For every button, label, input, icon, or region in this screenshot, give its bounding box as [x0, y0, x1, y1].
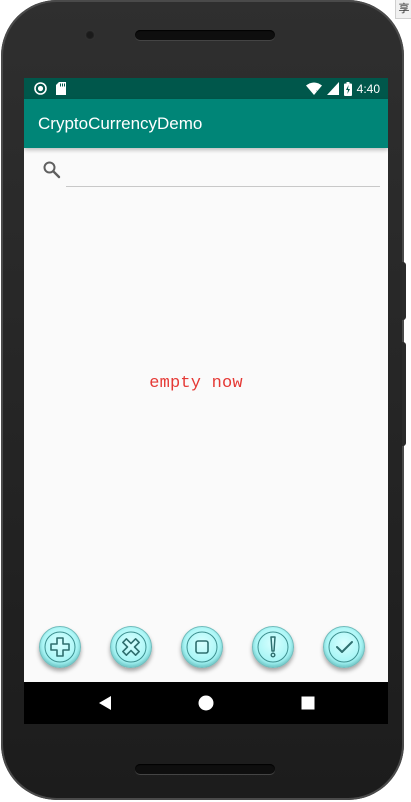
home-icon[interactable] — [196, 693, 216, 713]
alert-button[interactable] — [252, 626, 294, 668]
wifi-icon: x — [305, 82, 322, 95]
app-title: CryptoCurrencyDemo — [38, 114, 203, 133]
power-button[interactable] — [402, 342, 406, 446]
svg-text:x: x — [316, 89, 320, 95]
navigation-bar — [24, 682, 388, 724]
cancel-icon — [115, 631, 147, 663]
app-bar: CryptoCurrencyDemo — [24, 99, 388, 148]
check-icon — [328, 631, 360, 663]
search-input[interactable] — [66, 156, 380, 187]
back-icon[interactable] — [96, 693, 116, 713]
phone-screen: x 4:40 CryptoCurrencyDemo empty now — [24, 78, 388, 724]
corner-glyph: 享 — [395, 0, 411, 19]
status-time: 4:40 — [356, 81, 380, 96]
search-row — [24, 148, 388, 196]
status-bar: x 4:40 — [24, 78, 388, 99]
notification-dot-icon — [34, 82, 47, 95]
volume-button[interactable] — [402, 262, 406, 320]
stop-button[interactable] — [181, 626, 223, 668]
plus-icon — [44, 631, 76, 663]
recents-icon[interactable] — [298, 693, 318, 713]
page: 享 x 4:40 CryptoCurrencyDemo empty now — [0, 0, 411, 802]
bottom-speaker — [135, 764, 275, 774]
front-camera — [85, 30, 95, 40]
alert-icon — [257, 631, 289, 663]
sd-card-icon — [56, 82, 66, 95]
cell-signal-icon — [326, 82, 339, 95]
cancel-button[interactable] — [110, 626, 152, 668]
status-left-icons — [34, 82, 66, 95]
earpiece-speaker — [135, 30, 275, 40]
empty-message: empty now — [149, 374, 243, 393]
status-right-icons: x 4:40 — [305, 80, 380, 97]
stop-icon — [186, 631, 218, 663]
battery-charging-icon — [343, 81, 352, 96]
confirm-button[interactable] — [323, 626, 365, 668]
add-button[interactable] — [39, 626, 81, 668]
search-icon[interactable] — [42, 160, 62, 180]
fab-row — [24, 626, 388, 672]
